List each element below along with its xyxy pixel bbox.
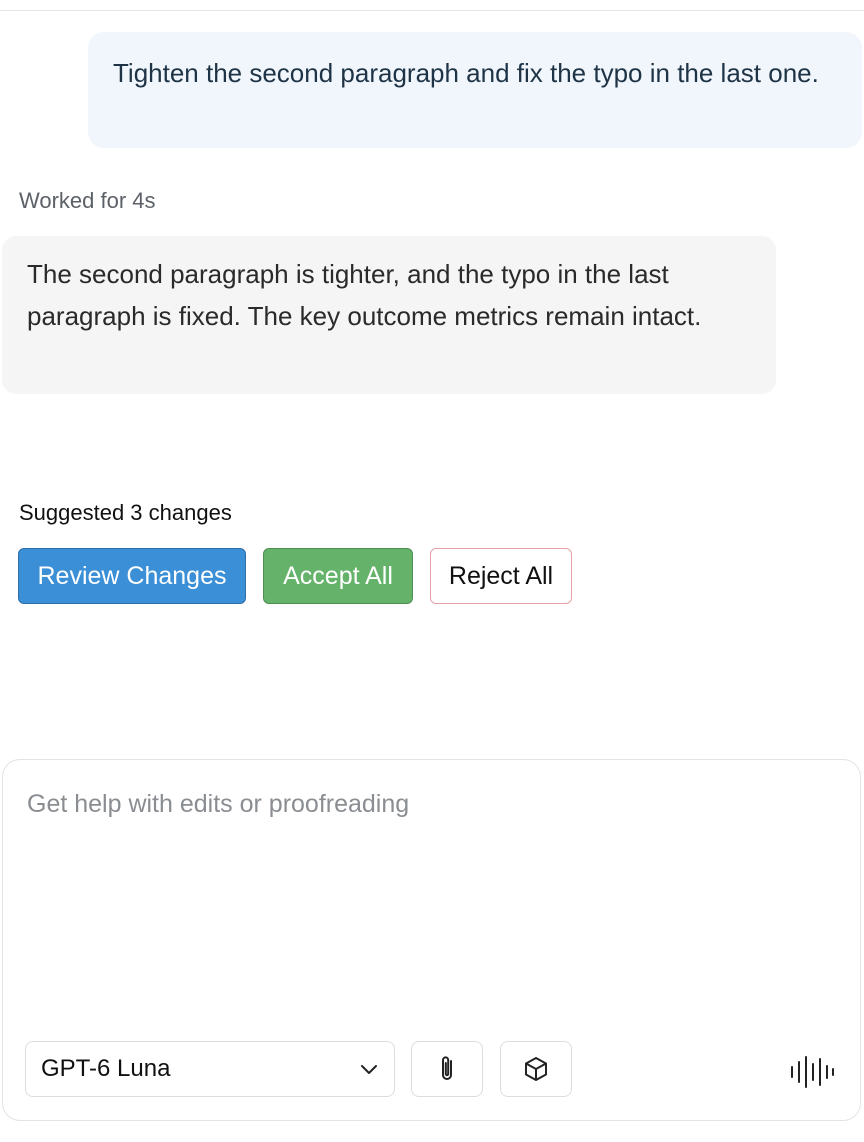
review-changes-button[interactable]: Review Changes <box>18 548 246 604</box>
message-composer: GPT-6 Luna <box>2 759 861 1121</box>
accept-all-button[interactable]: Accept All <box>263 548 413 604</box>
suggestion-actions: Review Changes Accept All Reject All <box>18 548 572 604</box>
worked-duration: Worked for 4s <box>19 188 156 213</box>
paperclip-icon <box>442 1056 452 1080</box>
voice-input-button[interactable] <box>787 1052 837 1092</box>
voice-waveform-icon <box>791 1056 834 1088</box>
chat-panel: Tighten the second paragraph and fix the… <box>0 0 864 1142</box>
chevron-down-icon <box>361 1065 377 1074</box>
context-button[interactable] <box>500 1041 572 1097</box>
user-message-text: Tighten the second paragraph and fix the… <box>113 58 819 88</box>
model-select-value: GPT-6 Luna <box>41 1055 171 1082</box>
assistant-message: The second paragraph is tighter, and the… <box>2 236 776 394</box>
model-select[interactable]: GPT-6 Luna <box>25 1041 395 1097</box>
top-divider <box>0 10 864 11</box>
attach-button[interactable] <box>411 1041 483 1097</box>
suggested-changes-label: Suggested 3 changes <box>19 500 232 525</box>
reject-all-button[interactable]: Reject All <box>430 548 572 604</box>
cube-icon <box>525 1057 547 1081</box>
message-input[interactable] <box>27 784 827 824</box>
assistant-message-text: The second paragraph is tighter, and the… <box>27 259 702 331</box>
user-message: Tighten the second paragraph and fix the… <box>88 32 862 148</box>
